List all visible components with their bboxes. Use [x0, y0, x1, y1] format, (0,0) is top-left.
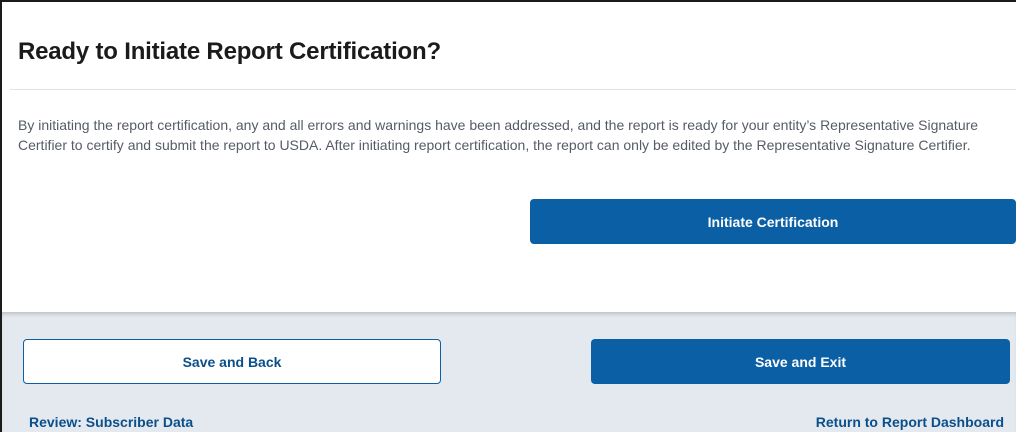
return-to-dashboard-link[interactable]: Return to Report Dashboard: [816, 414, 1004, 430]
certification-description: By initiating the report certification, …: [18, 117, 979, 153]
save-and-back-button[interactable]: Save and Back: [23, 339, 441, 384]
page-title: Ready to Initiate Report Certification?: [18, 38, 441, 65]
save-and-exit-button[interactable]: Save and Exit: [591, 339, 1010, 384]
footer-actions: Save and Back Save and Exit Review: Subs…: [2, 312, 1016, 432]
certification-card: Ready to Initiate Report Certification? …: [2, 2, 1016, 310]
review-subscriber-data-link[interactable]: Review: Subscriber Data: [29, 414, 193, 430]
title-divider: [10, 89, 1016, 90]
initiate-certification-button[interactable]: Initiate Certification: [530, 199, 1016, 244]
page-frame: Ready to Initiate Report Certification? …: [0, 0, 1016, 432]
